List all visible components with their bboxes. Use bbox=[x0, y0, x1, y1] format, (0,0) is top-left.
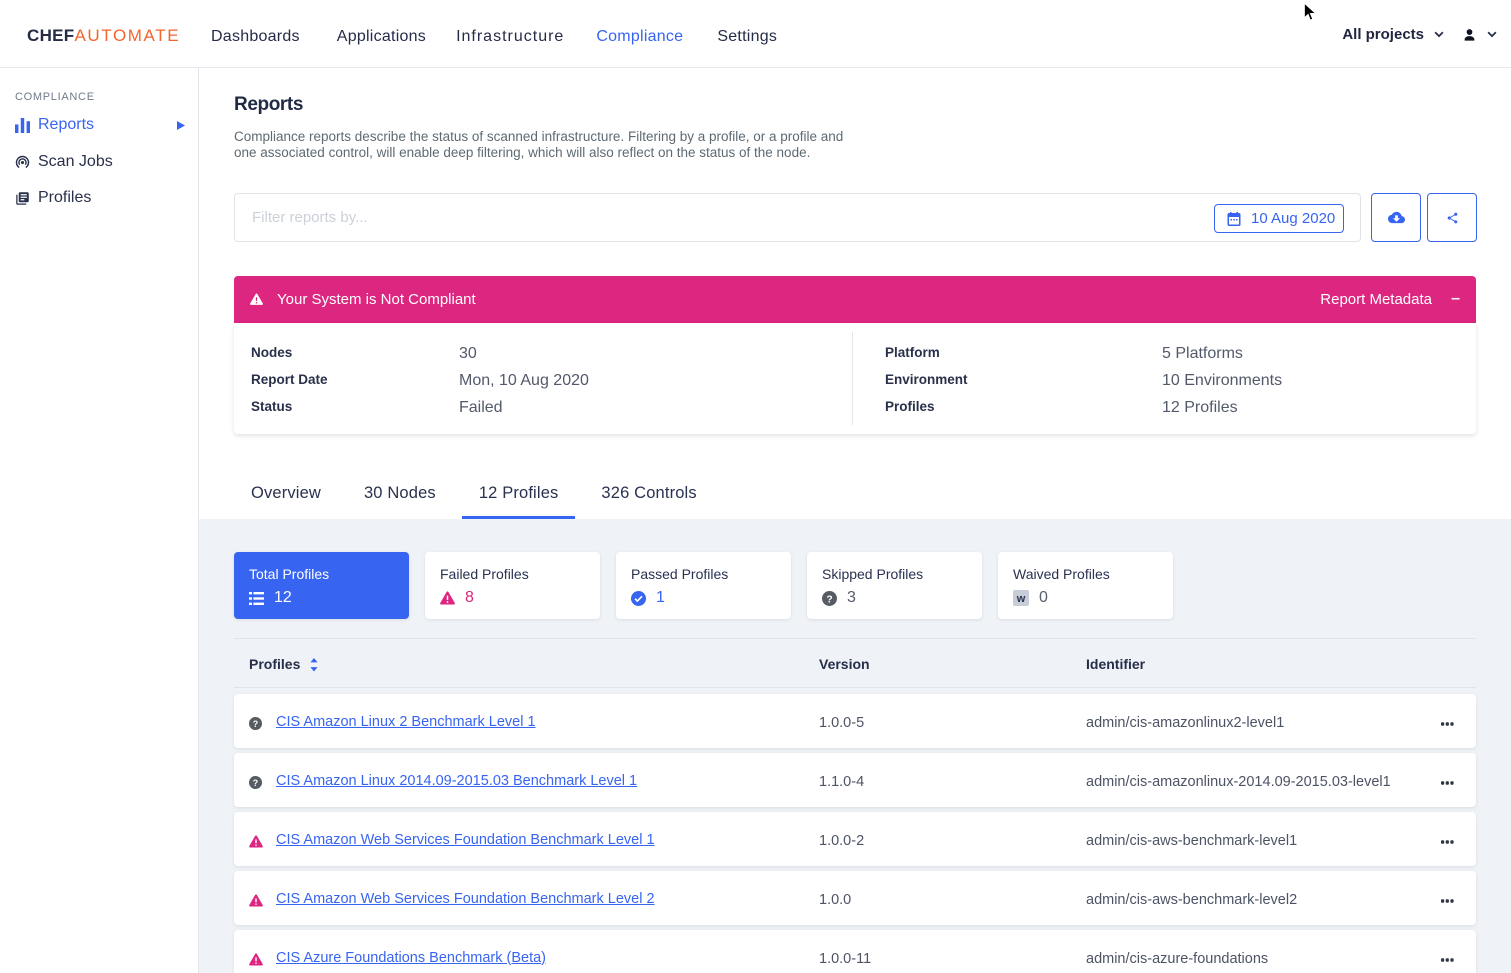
svg-text:?: ? bbox=[253, 718, 258, 728]
svg-text:?: ? bbox=[253, 777, 258, 787]
svg-text:?: ? bbox=[826, 594, 832, 605]
svg-text:w: w bbox=[1016, 593, 1026, 605]
